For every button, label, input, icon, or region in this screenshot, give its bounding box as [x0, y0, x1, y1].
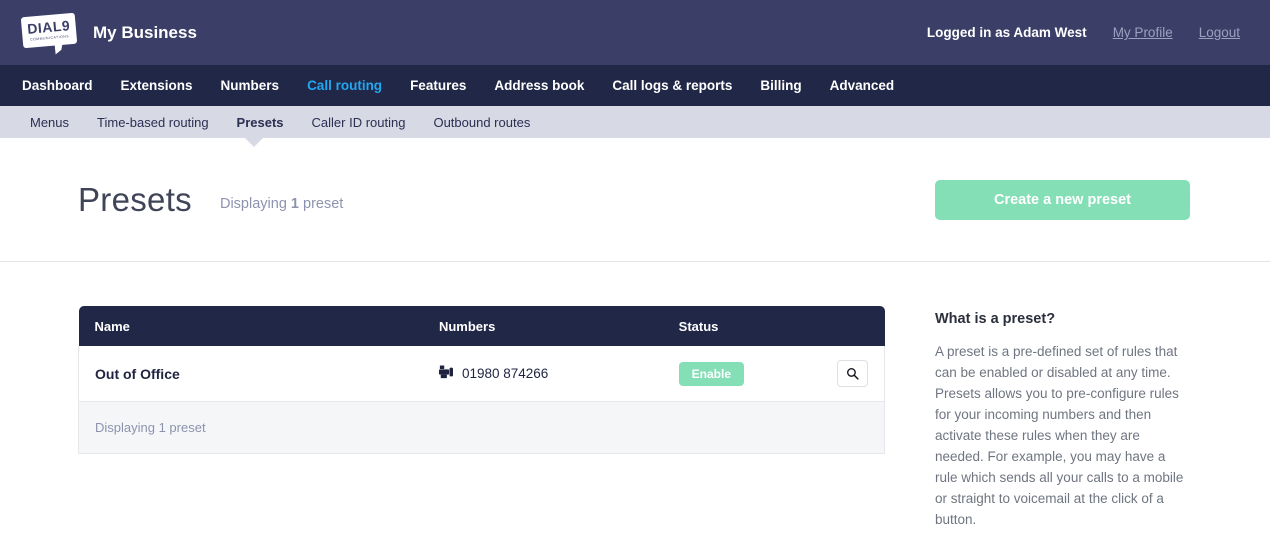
subnav-item-time-based-routing[interactable]: Time-based routing: [97, 115, 209, 130]
help-panel: What is a preset? A preset is a pre-defi…: [935, 306, 1190, 530]
create-preset-button[interactable]: Create a new preset: [935, 179, 1190, 220]
page-subtitle-prefix: Displaying: [219, 195, 291, 212]
top-bar: DIAL9 COMMUNICATIONS My Business Logged …: [0, 0, 1270, 65]
nav-item-call-logs-reports[interactable]: Call logs & reports: [612, 78, 732, 93]
presets-table-container: Name Numbers Status Out of Office 01980 …: [77, 306, 885, 530]
my-profile-link[interactable]: My Profile: [1113, 25, 1173, 40]
search-icon[interactable]: [837, 360, 868, 387]
subnav-item-menus[interactable]: Menus: [30, 115, 69, 130]
cell-preset-actions: [827, 346, 885, 402]
cell-preset-numbers: 01980 874266: [422, 346, 663, 402]
sub-navigation: Menus Time-based routing Presets Caller …: [0, 98, 1270, 147]
preset-number-text: 01980 874266: [461, 366, 549, 381]
nav-item-billing[interactable]: Billing: [760, 78, 801, 93]
nav-item-dashboard[interactable]: Dashboard: [22, 78, 93, 93]
help-panel-heading: What is a preset?: [935, 311, 1056, 327]
main-navigation: Dashboard Extensions Numbers Call routin…: [0, 65, 1270, 106]
logout-link[interactable]: Logout: [1199, 25, 1240, 40]
active-nav-caret-icon: [311, 98, 327, 106]
page-header: Presets Displaying 1 preset Create a new…: [0, 138, 1270, 262]
table-footer-row: Displaying 1 preset: [78, 401, 885, 454]
page-subtitle: Displaying 1 preset: [220, 196, 343, 212]
help-panel-body: A preset is a pre-defined set of rules t…: [935, 344, 1184, 527]
column-header-actions: [827, 306, 885, 346]
fax-icon: [438, 365, 453, 382]
table-body: Out of Office 01980 874266 Enable Displa…: [77, 346, 885, 454]
column-header-numbers[interactable]: Numbers: [422, 306, 663, 346]
nav-item-extensions[interactable]: Extensions: [121, 78, 193, 93]
cell-preset-status: Enable: [662, 346, 828, 402]
brand-name: My Business: [93, 22, 197, 42]
nav-item-call-routing[interactable]: Call routing: [307, 78, 382, 93]
main-content: Name Numbers Status Out of Office 01980 …: [0, 262, 1270, 530]
column-header-name[interactable]: Name: [78, 306, 423, 346]
table-row[interactable]: Out of Office 01980 874266 Enable: [77, 346, 885, 402]
account-area: Logged in as Adam West My Profile Logout: [927, 25, 1240, 40]
dial9-logo-icon: DIAL9 COMMUNICATIONS: [20, 12, 78, 54]
status-badge-enable[interactable]: Enable: [678, 361, 745, 386]
page-subtitle-count: 1: [290, 195, 299, 212]
nav-item-advanced[interactable]: Advanced: [830, 78, 895, 93]
nav-item-numbers[interactable]: Numbers: [221, 78, 280, 93]
brand[interactable]: DIAL9 COMMUNICATIONS My Business: [20, 12, 197, 54]
logged-in-label: Logged in as Adam West: [926, 25, 1087, 40]
page-title: Presets: [78, 180, 192, 218]
presets-table: Name Numbers Status Out of Office 01980 …: [77, 306, 885, 454]
subnav-item-outbound-routes[interactable]: Outbound routes: [433, 115, 530, 130]
cell-preset-name: Out of Office: [77, 346, 423, 402]
page-subtitle-suffix: preset: [298, 195, 344, 212]
table-footer-label: Displaying 1 preset: [78, 401, 885, 454]
nav-item-address-book[interactable]: Address book: [494, 78, 584, 93]
nav-item-features[interactable]: Features: [410, 78, 466, 93]
table-header: Name Numbers Status: [78, 306, 885, 346]
column-header-status[interactable]: Status: [662, 306, 828, 346]
subnav-item-caller-id-routing[interactable]: Caller ID routing: [312, 115, 406, 130]
table-header-row: Name Numbers Status: [78, 306, 885, 346]
subnav-item-presets[interactable]: Presets: [237, 115, 284, 130]
